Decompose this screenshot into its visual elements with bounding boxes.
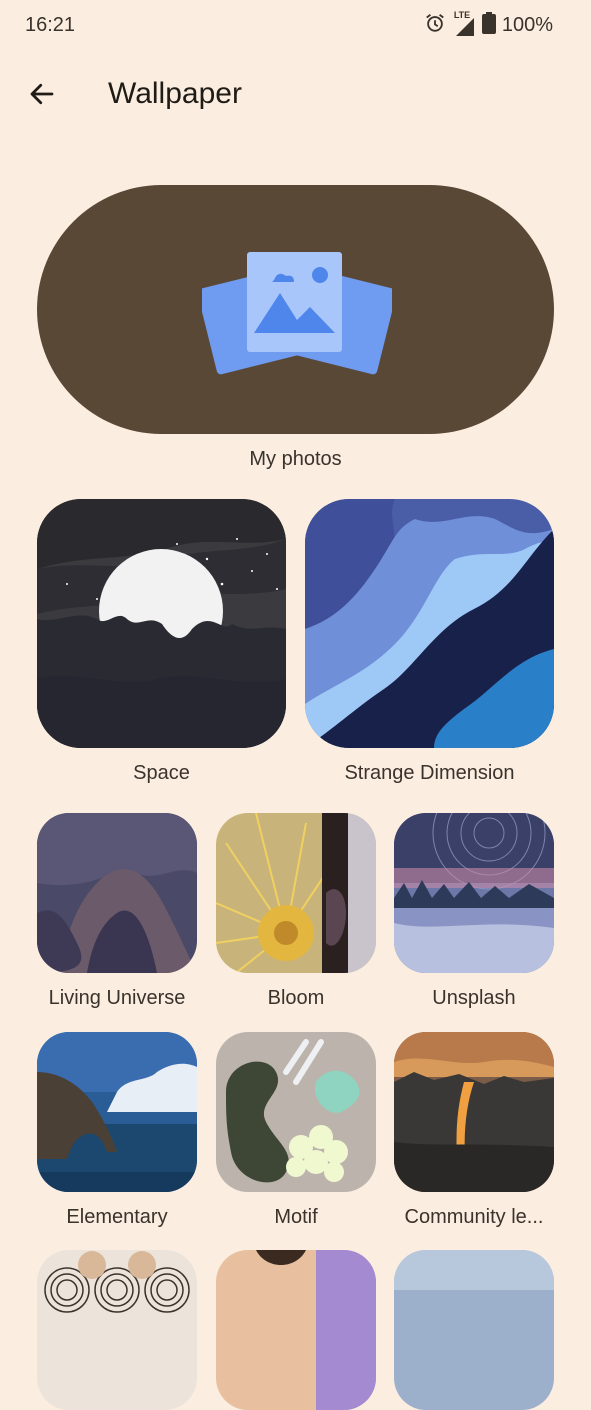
unsplash-thumbnail (394, 813, 554, 973)
network-type: LTE (453, 9, 471, 20)
category-tile-partial[interactable] (216, 1250, 376, 1410)
partial-thumbnail (394, 1250, 554, 1410)
status-icons: LTE 100% (424, 10, 553, 39)
partial-thumbnail (37, 1250, 197, 1410)
category-label: Elementary (66, 1206, 168, 1228)
alarm-icon (424, 12, 446, 39)
category-label: Living Universe (48, 987, 186, 1009)
photos-icon (202, 252, 392, 375)
category-label: Bloom (267, 987, 325, 1009)
category-tile-partial[interactable] (37, 1250, 197, 1410)
category-label: Space (133, 762, 190, 784)
strange-dimension-thumbnail (305, 499, 554, 748)
status-bar: 16:21 LTE 100% (0, 0, 591, 54)
battery-percent: 100% (501, 14, 553, 36)
partial-thumbnail (216, 1250, 376, 1410)
category-living-universe[interactable] (37, 813, 197, 973)
category-label: Unsplash (432, 987, 516, 1009)
category-community[interactable] (394, 1032, 554, 1192)
signal-icon: LTE (452, 10, 476, 38)
category-elementary[interactable] (37, 1032, 197, 1192)
page-title: Wallpaper (108, 77, 242, 110)
bloom-thumbnail (216, 813, 376, 973)
motif-thumbnail (216, 1032, 376, 1192)
status-time: 16:21 (25, 14, 76, 36)
arrow-back-icon (30, 83, 54, 105)
space-thumbnail (37, 499, 286, 748)
category-label: Motif (274, 1206, 318, 1228)
app-bar: Wallpaper (0, 60, 591, 130)
category-bloom[interactable] (216, 813, 376, 973)
my-photos-label: My photos (249, 448, 342, 470)
category-label: Strange Dimension (344, 762, 515, 784)
category-unsplash[interactable] (394, 813, 554, 973)
my-photos-tile[interactable] (37, 185, 554, 434)
elementary-thumbnail (37, 1032, 197, 1192)
category-strange-dimension[interactable] (305, 499, 554, 748)
category-tile-partial[interactable] (394, 1250, 554, 1410)
category-label: Community le... (404, 1206, 544, 1228)
back-button[interactable] (22, 74, 62, 114)
living-universe-thumbnail (37, 813, 197, 973)
category-space[interactable] (37, 499, 286, 748)
community-thumbnail (394, 1032, 554, 1192)
battery-icon (481, 12, 496, 39)
category-motif[interactable] (216, 1032, 376, 1192)
